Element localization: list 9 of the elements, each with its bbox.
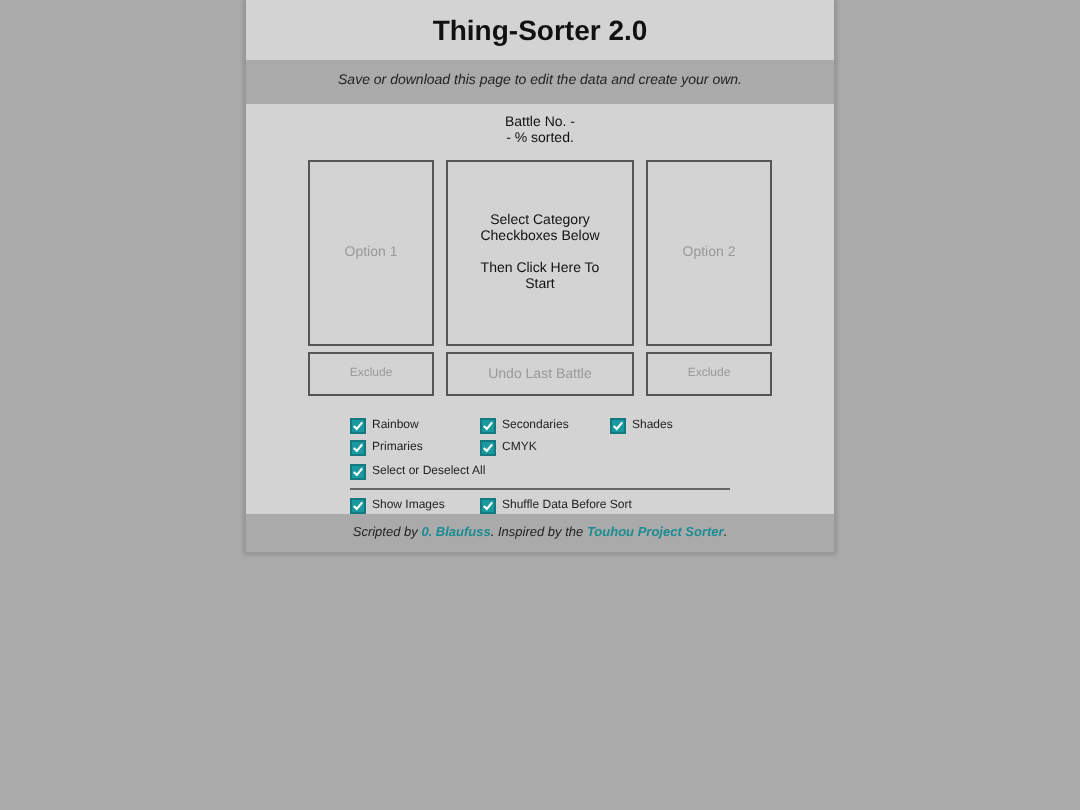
checkbox[interactable] [480,497,496,513]
checkbox[interactable] [610,417,626,433]
checkbox[interactable] [350,497,366,513]
checkbox[interactable] [350,439,366,455]
checkbox[interactable] [480,417,496,433]
checkbox[interactable] [350,463,366,479]
page-title: Thing-Sorter 2.0 [430,12,650,50]
checkbox[interactable] [350,417,366,433]
checkbox[interactable] [480,439,496,455]
